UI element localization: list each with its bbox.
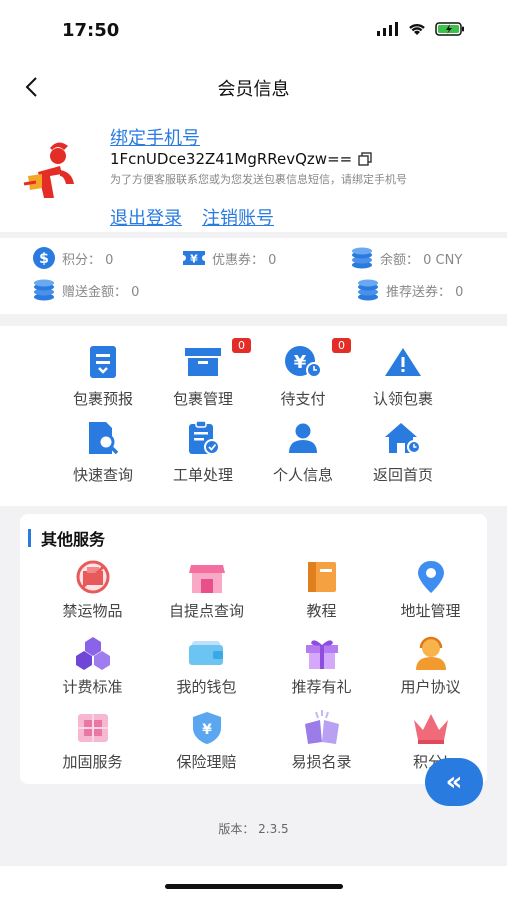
menu-label: 快速查询 [72, 466, 133, 484]
menu-label: 认领包裹 [372, 390, 433, 408]
tutorial-icon [307, 562, 336, 592]
service-pricing[interactable]: 计费标准 [34, 634, 151, 697]
app-version: 版本： 2.3.5 [218, 822, 289, 836]
signal-icon [377, 22, 398, 36]
prohibited-items-icon [76, 560, 109, 594]
stat-gift-amount[interactable]: 赠送金额： 0 [32, 278, 139, 302]
other-services-title: 其他服务 [41, 530, 106, 549]
menu-label: 返回首页 [372, 466, 433, 484]
other-services-header: 其他服务 [28, 526, 105, 550]
svg-text:$: $ [39, 251, 49, 267]
menu-home[interactable]: 返回首页 [343, 418, 463, 485]
home-indicator[interactable] [165, 884, 343, 889]
status-bar: 17:50 [0, 0, 507, 62]
stat-balance[interactable]: 余额： 0 CNY [350, 246, 462, 270]
cancel-account-link[interactable]: 注销账号 [202, 204, 274, 230]
service-label: 教程 [306, 602, 337, 620]
service-label: 计费标准 [62, 678, 123, 696]
home-icon [385, 423, 421, 454]
stat-gift-amount-label: 赠送金额： 0 [62, 284, 140, 300]
pending-payment-icon: ¥ [285, 346, 322, 378]
menu-label: 包裹预报 [72, 390, 133, 408]
service-referral[interactable]: 推荐有礼 [263, 634, 380, 697]
service-label: 保险理赔 [176, 753, 237, 771]
coins-icon [358, 279, 378, 301]
svg-text:¥: ¥ [202, 722, 212, 738]
service-fragile-list[interactable]: 易损名录 [263, 709, 380, 772]
service-insurance[interactable]: ¥ 保险理赔 [148, 709, 265, 772]
double-chevron-left-icon: « [445, 767, 463, 797]
copy-icon[interactable] [358, 152, 372, 166]
pricing-icon [75, 637, 110, 670]
service-label: 推荐有礼 [291, 678, 352, 696]
quick-search-icon [89, 422, 119, 455]
menu-label: 个人信息 [272, 466, 333, 484]
gift-icon [305, 640, 338, 669]
stat-referral-label: 推荐送券： 0 [386, 284, 464, 300]
other-services-card: 其他服务 禁运物品 自提点查询 教程 地址管理 计费标准 我的钱包 推荐有礼 用… [20, 514, 487, 784]
logout-link[interactable]: 退出登录 [110, 204, 182, 230]
stat-points-label: 积分： 0 [62, 252, 114, 268]
profile-section: 绑定手机号 1FcnUDce32Z41MgRRevQzw== 为了方便客服联系您… [0, 114, 507, 232]
insurance-icon: ¥ [192, 712, 221, 744]
pickup-point-icon [188, 565, 225, 593]
coupon-icon: ¥ [183, 251, 205, 266]
service-label: 我的钱包 [176, 678, 237, 696]
fragile-list-icon [304, 710, 339, 744]
person-icon [289, 423, 317, 453]
service-pickup-point[interactable]: 自提点查询 [148, 558, 265, 621]
page-title: 会员信息 [217, 79, 290, 100]
wallet-icon [188, 641, 223, 665]
package-forecast-icon [90, 346, 116, 378]
stat-referral[interactable]: 推荐送券： 0 [356, 278, 463, 302]
avatar-logo-icon [23, 142, 74, 198]
coins-icon [34, 279, 54, 301]
service-label: 加固服务 [62, 753, 123, 771]
bind-phone-tip: 为了方便客服联系您或为您发送包裹信息短信，请绑定手机号 [110, 173, 407, 186]
service-label: 用户协议 [400, 678, 461, 696]
crown-icon [413, 714, 448, 744]
service-label: 自提点查询 [168, 602, 244, 620]
service-label: 地址管理 [400, 602, 461, 620]
claim-package-icon [385, 348, 421, 376]
nav-bar: 会员信息 [0, 62, 507, 114]
menu-label: 工单处理 [172, 466, 233, 484]
service-tutorial[interactable]: 教程 [263, 558, 380, 621]
wifi-icon [409, 23, 425, 35]
service-reinforce[interactable]: 加固服务 [34, 709, 151, 772]
user-agreement-icon [415, 636, 446, 670]
service-label: 易损名录 [291, 753, 352, 771]
collapse-fab-button[interactable]: « [425, 758, 483, 806]
account-stats: $ 积分： 0 ¥ 优惠券： 0 余额： 0 CNY 赠送金额： 0 推荐送券：… [0, 238, 507, 314]
service-address[interactable]: 地址管理 [372, 558, 489, 621]
svg-text:¥: ¥ [294, 352, 307, 373]
account-links: 退出登录 注销账号 [110, 204, 274, 230]
ticket-icon [189, 420, 220, 455]
stat-coupons-label: 优惠券： 0 [212, 252, 277, 268]
menu-label: 包裹管理 [172, 390, 233, 408]
location-icon [417, 561, 444, 593]
home-indicator-area [0, 866, 507, 900]
package-manage-icon [185, 348, 221, 376]
svg-text:¥: ¥ [190, 253, 198, 266]
bind-phone-link[interactable]: 绑定手机号 [110, 124, 200, 150]
user-id: 1FcnUDce32Z41MgRRevQzw== [110, 150, 372, 168]
menu-label: 待支付 [280, 390, 326, 408]
service-wallet[interactable]: 我的钱包 [148, 634, 265, 697]
coins-icon [352, 247, 372, 269]
service-label: 禁运物品 [62, 602, 123, 620]
menu-claim-package[interactable]: 认领包裹 [343, 342, 463, 409]
service-user-agreement[interactable]: 用户协议 [372, 634, 489, 697]
user-id-text: 1FcnUDce32Z41MgRRevQzw== [110, 150, 353, 168]
battery-charging-icon [435, 22, 464, 36]
status-time: 17:50 [62, 20, 120, 41]
dollar-icon: $ [33, 247, 55, 269]
status-icons [377, 22, 465, 36]
stat-balance-label: 余额： 0 CNY [380, 252, 463, 268]
stat-points[interactable]: $ 积分： 0 [32, 246, 113, 270]
stat-coupons[interactable]: ¥ 优惠券： 0 [182, 246, 276, 270]
reinforce-icon [77, 714, 108, 742]
service-prohibited-items[interactable]: 禁运物品 [34, 558, 151, 621]
main-menu-grid: 包裹预报 0 包裹管理 ¥0 待支付 认领包裹 快速查询 工单处理 个人信息 返… [0, 326, 507, 506]
